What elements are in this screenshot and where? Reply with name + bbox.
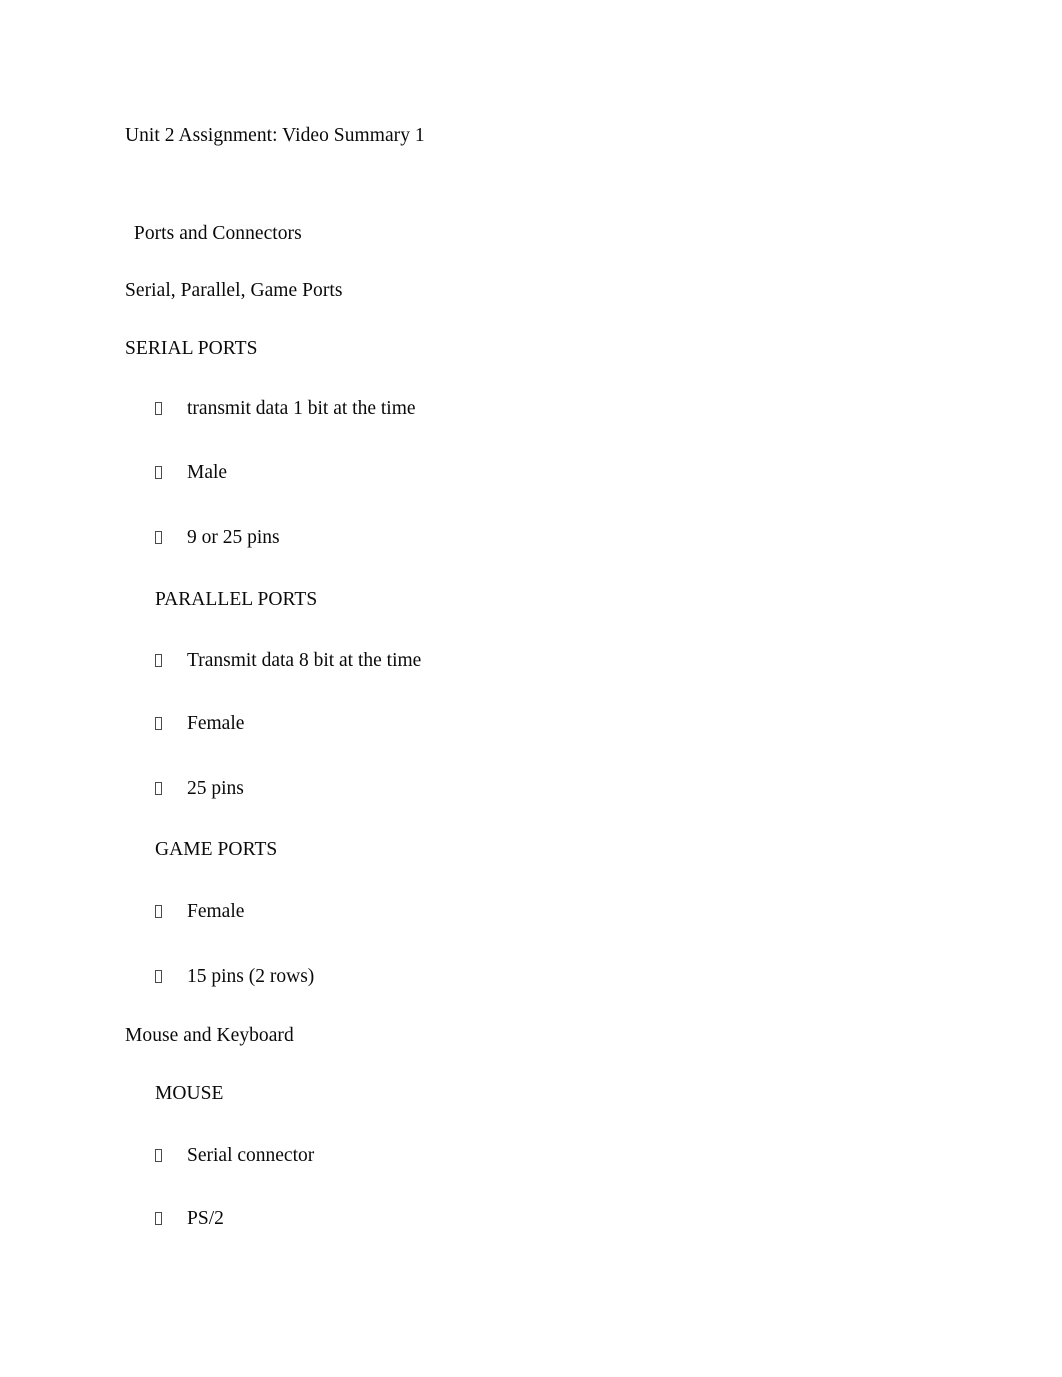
list-item-label: 25 pins	[187, 778, 244, 799]
list-item-label: Female	[187, 901, 245, 922]
document-page: Unit 2 Assignment: Video Summary 1 Ports…	[0, 0, 1062, 1377]
heading-parallel-ports: PARALLEL PORTS	[155, 589, 318, 610]
list-item-label: Male	[187, 462, 228, 483]
list-item: transmit data 1 bit at the time	[155, 397, 416, 421]
heading-game-ports: GAME PORTS	[155, 839, 278, 860]
page-title: Unit 2 Assignment: Video Summary 1	[125, 125, 425, 146]
list-item: 15 pins (2 rows)	[155, 965, 314, 989]
bullet-box-icon	[155, 402, 162, 415]
list-item: Female	[155, 712, 244, 736]
section-label-mouse-and-keyboard: Mouse and Keyboard	[125, 1025, 294, 1046]
list-item: 9 or 25 pins	[155, 526, 280, 550]
list-item-label: Serial connector	[187, 1145, 315, 1166]
topic-heading: Ports and Connectors	[129, 223, 302, 244]
section-label-serial-parallel-game-ports: Serial, Parallel, Game Ports	[125, 280, 343, 301]
heading-mouse: MOUSE	[155, 1083, 224, 1104]
list-item: Female	[155, 900, 244, 924]
list-item-label: Transmit data 8 bit at the time	[187, 650, 422, 671]
bullet-box-icon	[155, 466, 162, 479]
list-item-label: PS/2	[187, 1208, 224, 1229]
heading-serial-ports: SERIAL PORTS	[125, 338, 258, 359]
bullet-box-icon	[155, 970, 162, 983]
bullet-box-icon	[155, 1149, 162, 1162]
bullet-box-icon	[155, 654, 162, 667]
list-item: Transmit data 8 bit at the time	[155, 649, 421, 673]
list-item: PS/2	[155, 1207, 224, 1231]
list-item-label: 9 or 25 pins	[187, 527, 280, 548]
list-item: Male	[155, 461, 227, 485]
bullet-box-icon	[155, 531, 162, 544]
bullet-box-icon	[155, 905, 162, 918]
list-item: 25 pins	[155, 777, 244, 801]
list-item-label: Female	[187, 713, 245, 734]
list-item: Serial connector	[155, 1144, 314, 1168]
list-item-label: 15 pins (2 rows)	[187, 966, 315, 987]
list-item-label: transmit data 1 bit at the time	[187, 398, 416, 419]
bullet-box-icon	[155, 782, 162, 795]
bullet-box-icon	[155, 1212, 162, 1225]
bullet-box-icon	[155, 717, 162, 730]
